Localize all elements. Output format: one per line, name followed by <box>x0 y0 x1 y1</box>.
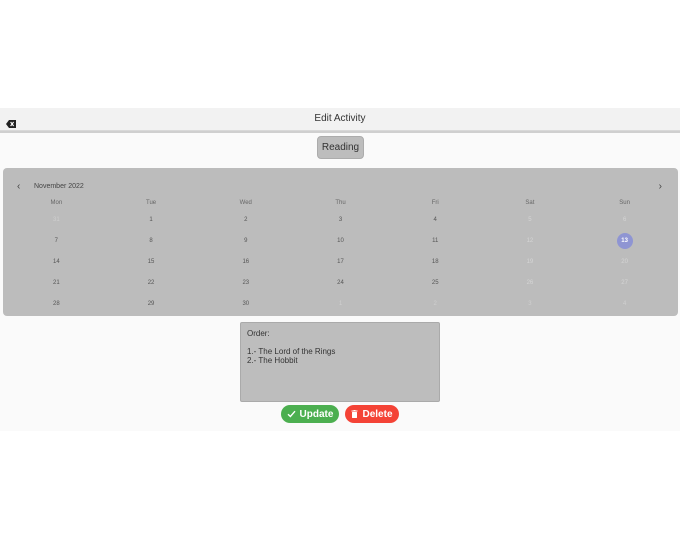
calendar-grid: Mon Tue Wed Thu Fri Sat Sun 31 1 2 3 4 5 6 7 8 9 10 11 12 13… <box>9 196 672 315</box>
calendar-day-number: 9 <box>244 238 248 244</box>
calendar-day[interactable]: 3 <box>293 210 388 231</box>
calendar-day-number: 1 <box>338 301 343 307</box>
calendar-day[interactable]: 28 <box>9 294 104 315</box>
calendar-day-number: 22 <box>147 280 155 286</box>
calendar-day-number: 5 <box>528 217 532 223</box>
chevron-left-icon[interactable]: ‹ <box>17 181 20 192</box>
calendar-day[interactable]: 16 <box>198 252 293 273</box>
calendar-day[interactable]: 6 <box>577 210 672 231</box>
delete-button[interactable]: Delete <box>345 405 399 423</box>
checkmark-icon <box>287 410 296 418</box>
calendar-day[interactable]: 2 <box>198 210 293 231</box>
calendar-day[interactable]: 31 <box>9 210 104 231</box>
header-divider <box>0 131 680 133</box>
page-title: Edit Activity <box>314 113 366 124</box>
notes-textarea[interactable]: Order: 1.- The Lord of the Rings 2.- The… <box>240 322 440 402</box>
calendar-day-number: 29 <box>147 301 155 307</box>
calendar-day-number: 3 <box>528 301 532 307</box>
calendar-day-number: 4 <box>433 217 437 223</box>
calendar-day[interactable]: 12 <box>483 231 578 252</box>
calendar-day-number: 13 <box>616 233 633 249</box>
calendar-day[interactable]: 4 <box>577 294 672 315</box>
chevron-right-icon[interactable]: › <box>659 181 662 192</box>
calendar-day-number: 23 <box>242 280 250 286</box>
calendar-day-number: 2 <box>244 217 248 223</box>
weekday-label: Mon <box>50 200 63 206</box>
calendar-day-number: 25 <box>431 280 439 286</box>
calendar-day[interactable]: 5 <box>483 210 578 231</box>
weekday-label: Tue <box>146 200 157 206</box>
calendar-day-number: 30 <box>242 301 250 307</box>
edit-activity-panel: Edit Activity Reading ‹ November 2022 › … <box>0 108 680 431</box>
calendar-day-number: 1 <box>149 217 153 223</box>
weekday-label: Wed <box>239 200 252 206</box>
calendar-day[interactable]: 29 <box>104 294 199 315</box>
calendar-day-number: 12 <box>526 238 534 244</box>
calendar-day[interactable]: 1 <box>104 210 199 231</box>
calendar-day[interactable]: 10 <box>293 231 388 252</box>
calendar-day[interactable]: 2 <box>388 294 483 315</box>
activity-chip[interactable]: Reading <box>317 136 364 159</box>
calendar: ‹ November 2022 › Mon Tue Wed Thu Fri Sat Sun 3… <box>3 168 678 316</box>
header-bar: Edit Activity <box>0 108 680 131</box>
calendar-day-number: 27 <box>621 280 628 286</box>
calendar-day[interactable]: 3 <box>483 294 578 315</box>
calendar-day[interactable]: 14 <box>9 252 104 273</box>
delete-button-label: Delete <box>362 408 393 420</box>
calendar-day-number: 31 <box>53 217 60 223</box>
calendar-day-number: 26 <box>526 280 534 286</box>
calendar-day-selected[interactable]: 13 <box>577 231 672 252</box>
calendar-day[interactable]: 17 <box>293 252 388 273</box>
weekday-label: Sat <box>525 200 535 206</box>
update-button-label: Update <box>299 408 334 420</box>
trash-icon <box>351 410 358 418</box>
calendar-day[interactable]: 19 <box>483 252 578 273</box>
calendar-day[interactable]: 30 <box>198 294 293 315</box>
calendar-day-number: 20 <box>621 259 628 265</box>
calendar-day[interactable]: 1 <box>293 294 388 315</box>
calendar-day[interactable]: 8 <box>104 231 199 252</box>
calendar-day[interactable]: 15 <box>104 252 199 273</box>
calendar-day[interactable]: 25 <box>388 273 483 294</box>
calendar-day-number: 2 <box>433 301 437 307</box>
calendar-day-number: 19 <box>526 259 534 265</box>
calendar-day[interactable]: 24 <box>293 273 388 294</box>
weekday-label: Sun <box>619 200 630 206</box>
calendar-day-number: 8 <box>149 238 153 244</box>
calendar-day-number: 14 <box>53 259 60 265</box>
calendar-day[interactable]: 4 <box>388 210 483 231</box>
calendar-day-number: 3 <box>338 217 343 223</box>
calendar-day[interactable]: 27 <box>577 273 672 294</box>
calendar-day-number: 17 <box>337 259 344 265</box>
calendar-month-label: November 2022 <box>34 183 84 190</box>
calendar-day[interactable]: 23 <box>198 273 293 294</box>
calendar-day[interactable]: 21 <box>9 273 104 294</box>
calendar-day[interactable]: 20 <box>577 252 672 273</box>
calendar-day-number: 7 <box>54 238 59 244</box>
calendar-day-number: 28 <box>53 301 60 307</box>
calendar-day[interactable]: 11 <box>388 231 483 252</box>
calendar-day[interactable]: 18 <box>388 252 483 273</box>
calendar-day-number: 18 <box>431 259 439 265</box>
weekday-label: Thu <box>335 200 346 206</box>
calendar-day[interactable]: 7 <box>9 231 104 252</box>
calendar-day[interactable]: 22 <box>104 273 199 294</box>
weekday-label: Fri <box>431 200 439 206</box>
calendar-day-number: 6 <box>622 217 627 223</box>
update-button[interactable]: Update <box>281 405 339 423</box>
calendar-day[interactable]: 9 <box>198 231 293 252</box>
calendar-day-number: 24 <box>337 280 344 286</box>
calendar-day-number: 16 <box>242 259 250 265</box>
calendar-day[interactable]: 26 <box>483 273 578 294</box>
calendar-day-number: 10 <box>337 238 344 244</box>
calendar-day-number: 11 <box>432 238 439 244</box>
calendar-day-number: 15 <box>147 259 155 265</box>
calendar-day-number: 4 <box>622 301 627 307</box>
calendar-day-number: 21 <box>53 280 60 286</box>
